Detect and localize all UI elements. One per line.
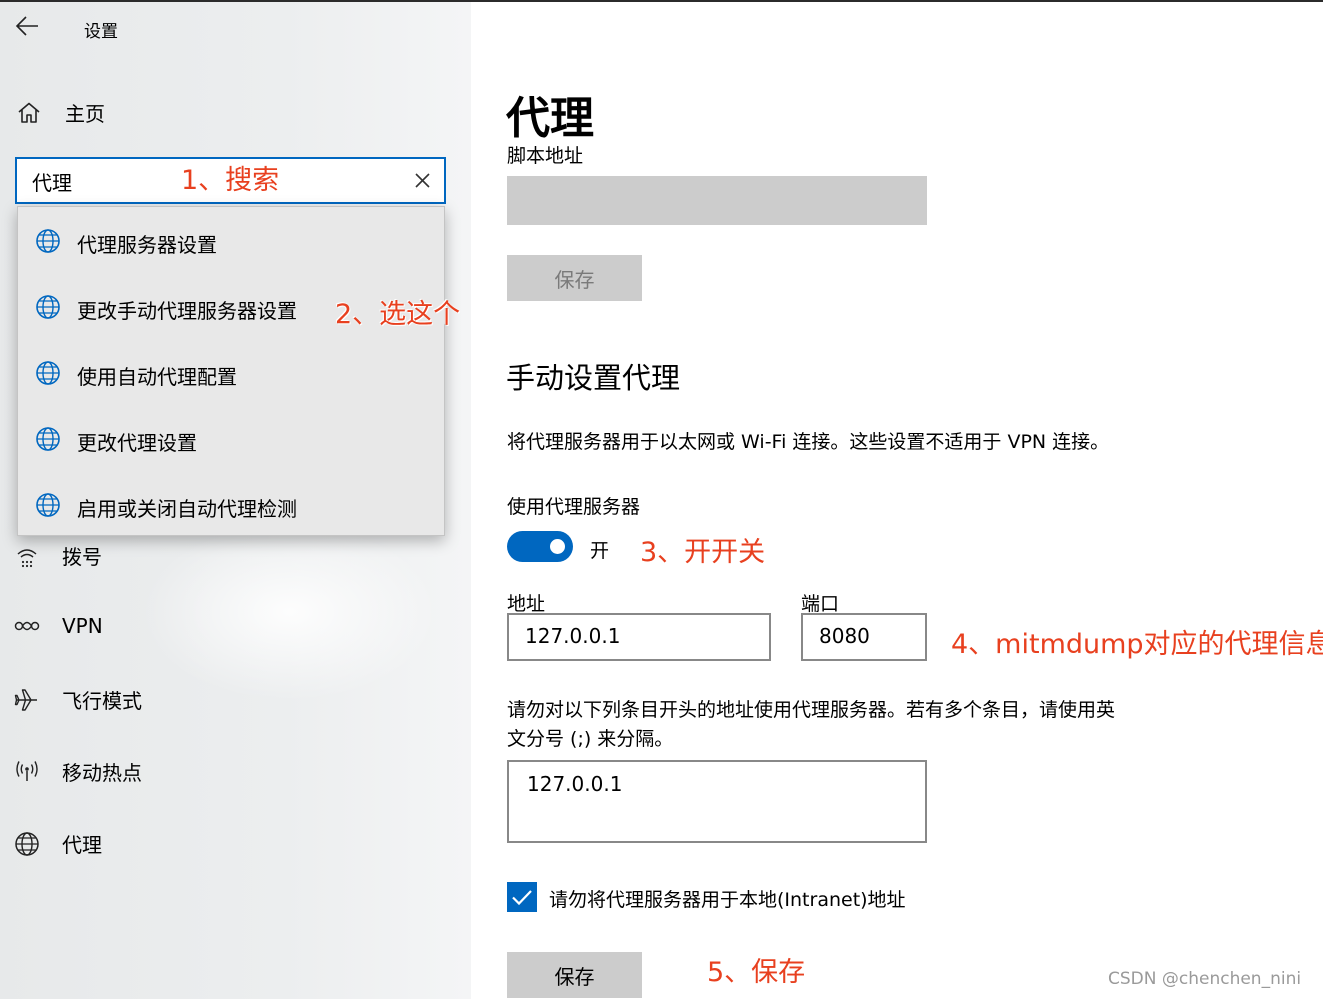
suggestion-label: 代理服务器设置 <box>77 233 217 257</box>
local-bypass-label: 请勿将代理服务器用于本地(Intranet)地址 <box>549 889 906 911</box>
suggestion-label: 更改手动代理服务器设置 <box>77 299 297 323</box>
local-bypass-checkbox[interactable] <box>507 882 537 912</box>
close-icon[interactable] <box>413 171 432 190</box>
airplane-icon <box>14 687 40 713</box>
annotation-step1: 1、搜索 <box>181 165 280 196</box>
address-field[interactable]: 127.0.0.1 <box>507 613 771 661</box>
script-address-label: 脚本地址 <box>507 145 584 167</box>
sidebar-item-dialup[interactable]: 拨号 <box>14 541 102 570</box>
save-button[interactable]: 保存 <box>507 952 642 998</box>
home-icon <box>18 102 40 123</box>
suggestion-label: 更改代理设置 <box>77 431 197 455</box>
use-proxy-label: 使用代理服务器 <box>507 496 641 518</box>
sidebar-item-mobile-hotspot[interactable]: 移动热点 <box>14 757 142 786</box>
manual-proxy-description: 将代理服务器用于以太网或 Wi-Fi 连接。这些设置不适用于 VPN 连接。 <box>507 431 1110 453</box>
annotation-step3: 3、开开关 <box>640 537 766 568</box>
exceptions-description-line1: 请勿对以下列条目开头的地址使用代理服务器。若有多个条目，请使用英 <box>507 699 1116 721</box>
suggestion-label: 使用自动代理配置 <box>77 365 237 389</box>
suggestion-item[interactable]: 启用或关闭自动代理检测 <box>18 477 444 533</box>
watermark: CSDN @chenchen_nini <box>1108 969 1302 989</box>
manual-proxy-heading: 手动设置代理 <box>506 361 681 395</box>
globe-icon <box>36 427 60 451</box>
script-save-button[interactable]: 保存 <box>507 255 642 301</box>
page-title: 代理 <box>506 93 594 144</box>
suggestion-label: 启用或关闭自动代理检测 <box>77 497 297 521</box>
exceptions-field[interactable]: 127.0.0.1 <box>507 760 927 843</box>
toggle-state-label: 开 <box>590 540 610 562</box>
app-title: 设置 <box>84 22 118 42</box>
globe-icon <box>36 361 60 385</box>
suggestion-item[interactable]: 更改代理设置 <box>18 411 444 467</box>
sidebar-item-label: 拨号 <box>62 545 102 569</box>
port-label: 端口 <box>801 593 840 615</box>
sidebar-item-airplane-mode[interactable]: 飞行模式 <box>14 685 142 714</box>
globe-icon <box>36 229 60 253</box>
vpn-icon <box>14 613 40 639</box>
exceptions-description-line2: 文分号 (;) 来分隔。 <box>507 728 674 750</box>
sidebar-item-home-label: 主页 <box>65 102 105 126</box>
suggestion-item[interactable]: 使用自动代理配置 <box>18 345 444 401</box>
sidebar-item-label: 移动热点 <box>62 761 142 785</box>
script-address-field[interactable] <box>507 176 927 225</box>
sidebar-item-vpn[interactable]: VPN <box>14 613 103 639</box>
annotation-step2: 2、选这个 <box>335 299 461 330</box>
checkmark-icon <box>512 890 532 906</box>
dialup-icon <box>14 543 40 569</box>
hotspot-icon <box>14 759 40 785</box>
globe-icon <box>36 493 60 517</box>
use-proxy-toggle[interactable] <box>507 531 573 562</box>
globe-icon <box>14 831 40 857</box>
sidebar-item-proxy[interactable]: 代理 <box>14 829 102 858</box>
suggestion-item[interactable]: 代理服务器设置 <box>18 213 444 269</box>
annotation-step5: 5、保存 <box>707 957 806 988</box>
sidebar-item-home[interactable]: 主页 <box>16 98 105 127</box>
port-field[interactable]: 8080 <box>801 613 927 661</box>
globe-icon <box>36 295 60 319</box>
sidebar-item-label: 代理 <box>62 833 102 857</box>
search-suggestions-popup: 代理服务器设置 更改手动代理服务器设置 使用自动代理配置 更改代理设置 启用或关… <box>17 206 445 536</box>
annotation-step4: 4、mitmdump对应的代理信息 <box>951 629 1323 660</box>
sidebar-item-label: VPN <box>62 614 103 638</box>
address-label: 地址 <box>507 593 546 615</box>
toggle-knob <box>550 539 565 554</box>
sidebar-item-label: 飞行模式 <box>62 689 142 713</box>
back-arrow-icon[interactable] <box>14 14 40 38</box>
